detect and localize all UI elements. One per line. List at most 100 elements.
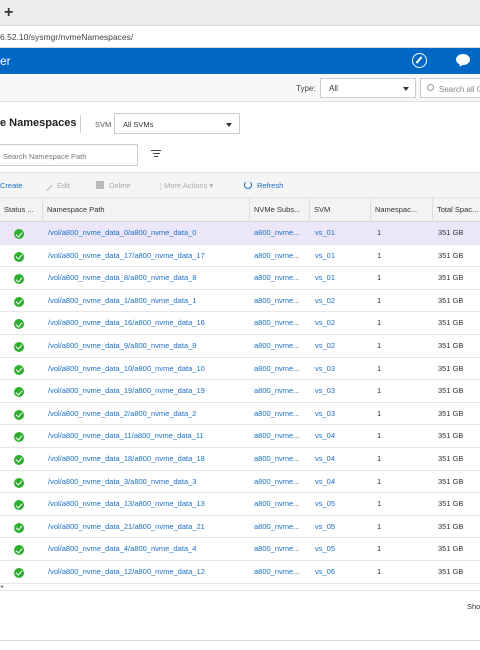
- table-row[interactable]: /vol/a800_nvme_data_11/a800_nvme_data_11…: [0, 425, 480, 448]
- namespace-path-link[interactable]: /vol/a800_nvme_data_19/a800_nvme_data_19: [48, 380, 248, 403]
- table-row[interactable]: /vol/a800_nvme_data_19/a800_nvme_data_19…: [0, 380, 480, 403]
- horizontal-scrollbar[interactable]: ◂: [0, 583, 480, 590]
- table-row[interactable]: /vol/a800_nvme_data_17/a800_nvme_data_17…: [0, 244, 480, 268]
- nvme-subsystem-link[interactable]: a800_nvme...: [254, 516, 308, 539]
- svm-link[interactable]: vs_03: [315, 380, 365, 403]
- namespace-path-link[interactable]: /vol/a800_nvme_data_12/a800_nvme_data_12: [48, 561, 248, 584]
- namespace-id-cell: 1: [377, 566, 382, 576]
- refresh-button[interactable]: Refresh: [244, 181, 283, 190]
- nvme-subsystem-link[interactable]: a800_nvme...: [254, 358, 308, 381]
- global-filter-bar: Type: All Search all O: [0, 74, 480, 102]
- nvme-subsystem-link[interactable]: a800_nvme...: [254, 335, 308, 358]
- svm-link[interactable]: vs_02: [315, 290, 365, 313]
- column-header-namespace-id[interactable]: Namespac...: [371, 198, 433, 222]
- namespace-path-link[interactable]: /vol/a800_nvme_data_1/a800_nvme_data_1: [48, 290, 248, 313]
- create-label: Create: [0, 181, 23, 190]
- table-row[interactable]: /vol/a800_nvme_data_18/a800_nvme_data_18…: [0, 447, 480, 471]
- status-ok-icon: [14, 364, 24, 375]
- delete-button[interactable]: Delete: [96, 181, 131, 190]
- svm-link[interactable]: vs_06: [315, 561, 365, 584]
- table-row[interactable]: /vol/a800_nvme_data_1/a800_nvme_data_1 a8…: [0, 289, 480, 313]
- nvme-subsystem-link[interactable]: a800_nvme...: [254, 471, 308, 494]
- namespace-path-link[interactable]: /vol/a800_nvme_data_21/a800_nvme_data_21: [48, 516, 248, 539]
- svm-link[interactable]: vs_03: [315, 403, 365, 426]
- namespace-path-link[interactable]: /vol/a800_nvme_data_13/a800_nvme_data_13: [48, 493, 248, 516]
- namespace-path-link[interactable]: /vol/a800_nvme_data_9/a800_nvme_data_9: [48, 335, 248, 358]
- table-row[interactable]: /vol/a800_nvme_data_16/a800_nvme_data_16…: [0, 312, 480, 335]
- namespace-path-link[interactable]: /vol/a800_nvme_data_8/a800_nvme_data_8: [48, 267, 248, 290]
- chat-icon[interactable]: [456, 54, 470, 65]
- svm-link[interactable]: vs_01: [315, 267, 365, 290]
- svm-link[interactable]: vs_02: [315, 335, 365, 358]
- table-row[interactable]: /vol/a800_nvme_data_4/a800_nvme_data_4 a8…: [0, 538, 480, 561]
- table-row[interactable]: /vol/a800_nvme_data_9/a800_nvme_data_9 a8…: [0, 334, 480, 358]
- table-row[interactable]: /vol/a800_nvme_data_2/a800_nvme_data_2 a8…: [0, 402, 480, 426]
- column-header-svm[interactable]: SVM: [310, 198, 371, 222]
- caret-down-icon: ▾: [209, 181, 214, 190]
- svm-link[interactable]: vs_02: [315, 312, 365, 335]
- namespace-path-link[interactable]: /vol/a800_nvme_data_10/a800_nvme_data_10: [48, 358, 248, 381]
- nvme-subsystem-link[interactable]: a800_nvme...: [254, 448, 308, 471]
- table-row[interactable]: /vol/a800_nvme_data_3/a800_nvme_data_3 a8…: [0, 470, 480, 494]
- namespace-search-input[interactable]: Search Namespace Path: [0, 144, 138, 166]
- column-header-total-space[interactable]: Total Spac...: [433, 198, 480, 222]
- global-search-input[interactable]: Search all O: [420, 78, 480, 98]
- table-row[interactable]: /vol/a800_nvme_data_12/a800_nvme_data_12…: [0, 560, 480, 584]
- namespace-path-link[interactable]: /vol/a800_nvme_data_18/a800_nvme_data_18: [48, 448, 248, 471]
- total-space-cell: 351 GB: [438, 566, 464, 576]
- table-row[interactable]: /vol/a800_nvme_data_0/a800_nvme_data_0 a8…: [0, 222, 480, 245]
- table-row[interactable]: /vol/a800_nvme_data_8/a800_nvme_data_8 a8…: [0, 267, 480, 290]
- namespace-path-link[interactable]: /vol/a800_nvme_data_17/a800_nvme_data_17: [48, 245, 248, 268]
- svm-link[interactable]: vs_05: [315, 538, 365, 561]
- svm-select[interactable]: All SVMs: [114, 113, 240, 134]
- filter-icon[interactable]: [151, 150, 161, 158]
- compass-icon[interactable]: [412, 53, 427, 68]
- nvme-subsystem-link[interactable]: a800_nvme...: [254, 561, 308, 584]
- type-select-value: All: [329, 84, 338, 93]
- type-select[interactable]: All: [320, 78, 416, 98]
- svm-link[interactable]: vs_04: [315, 425, 365, 448]
- new-tab-button[interactable]: +: [4, 4, 13, 22]
- table-row[interactable]: /vol/a800_nvme_data_13/a800_nvme_data_13…: [0, 493, 480, 516]
- table-row[interactable]: /vol/a800_nvme_data_10/a800_nvme_data_10…: [0, 357, 480, 381]
- nvme-subsystem-link[interactable]: a800_nvme...: [254, 290, 308, 313]
- edit-button[interactable]: Edit: [43, 181, 70, 192]
- namespace-path-link[interactable]: /vol/a800_nvme_data_4/a800_nvme_data_4: [48, 538, 248, 561]
- scroll-left-icon[interactable]: ◂: [0, 583, 3, 590]
- nvme-subsystem-link[interactable]: a800_nvme...: [254, 222, 308, 245]
- table-row[interactable]: /vol/a800_nvme_data_21/a800_nvme_data_21…: [0, 515, 480, 539]
- total-space-cell: 351 GB: [438, 340, 464, 350]
- column-header-namespace-path[interactable]: Namespace Path: [43, 198, 250, 222]
- status-ok-icon: [14, 545, 24, 556]
- svm-link[interactable]: vs_05: [315, 516, 365, 539]
- nvme-subsystem-link[interactable]: a800_nvme...: [254, 403, 308, 426]
- column-header-nvme-subsystem[interactable]: NVMe Subs...: [250, 198, 310, 222]
- address-url[interactable]: 6.52.10/sysmgr/nvmeNamespaces/: [0, 32, 133, 42]
- more-actions-button[interactable]: ⋮More Actions ▾: [157, 181, 214, 191]
- svm-link[interactable]: vs_05: [315, 493, 365, 516]
- nvme-subsystem-link[interactable]: a800_nvme...: [254, 538, 308, 561]
- nvme-subsystem-link[interactable]: a800_nvme...: [254, 245, 308, 268]
- nvme-subsystem-link[interactable]: a800_nvme...: [254, 267, 308, 290]
- svm-link[interactable]: vs_03: [315, 358, 365, 381]
- address-bar[interactable]: 6.52.10/sysmgr/nvmeNamespaces/: [0, 26, 480, 48]
- nvme-subsystem-link[interactable]: a800_nvme...: [254, 380, 308, 403]
- namespace-path-link[interactable]: /vol/a800_nvme_data_2/a800_nvme_data_2: [48, 403, 248, 426]
- nvme-subsystem-link[interactable]: a800_nvme...: [254, 425, 308, 448]
- nvme-subsystem-link[interactable]: a800_nvme...: [254, 493, 308, 516]
- create-button[interactable]: Create: [0, 181, 23, 190]
- namespace-path-link[interactable]: /vol/a800_nvme_data_0/a800_nvme_data_0: [48, 222, 248, 245]
- svm-link[interactable]: vs_04: [315, 448, 365, 471]
- namespace-path-link[interactable]: /vol/a800_nvme_data_3/a800_nvme_data_3: [48, 471, 248, 494]
- total-space-cell: 351 GB: [438, 408, 464, 418]
- nvme-subsystem-link[interactable]: a800_nvme...: [254, 312, 308, 335]
- namespace-path-link[interactable]: /vol/a800_nvme_data_16/a800_nvme_data_16: [48, 312, 248, 335]
- column-header-status[interactable]: Status ...: [0, 198, 43, 222]
- svm-link[interactable]: vs_01: [315, 245, 365, 268]
- namespace-id-cell: 1: [377, 544, 382, 554]
- total-space-cell: 351 GB: [438, 228, 464, 237]
- svm-link[interactable]: vs_04: [315, 471, 365, 494]
- status-ok-icon: [14, 319, 24, 330]
- namespace-path-link[interactable]: /vol/a800_nvme_data_11/a800_nvme_data_11: [48, 425, 248, 448]
- svm-link[interactable]: vs_01: [315, 222, 365, 245]
